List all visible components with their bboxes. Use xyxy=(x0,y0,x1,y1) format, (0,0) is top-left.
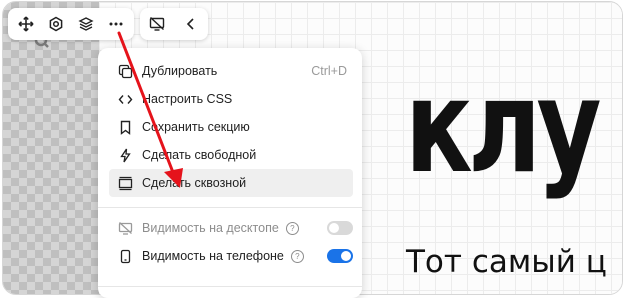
menu-item-make-free[interactable]: Сделать свободной xyxy=(109,141,353,169)
phone-icon xyxy=(117,248,133,264)
move-icon xyxy=(18,16,34,32)
menu-item-label: Сделать сквозной xyxy=(142,176,247,190)
menu-item-make-through[interactable]: Сделать сквозной xyxy=(109,169,353,197)
bookmark-icon xyxy=(117,119,133,135)
canvas-headline: клу xyxy=(405,53,602,202)
desktop-off-icon xyxy=(117,220,133,236)
code-icon xyxy=(117,91,133,107)
duplicate-icon xyxy=(117,63,133,79)
visibility-desktop-toggle[interactable] xyxy=(327,221,353,235)
section-context-menu: Дублировать Ctrl+D Настроить CSS Сохрани… xyxy=(98,48,362,298)
canvas-subheadline: Тот самый ц xyxy=(406,244,607,280)
menu-item-duplicate[interactable]: Дублировать Ctrl+D xyxy=(109,57,353,85)
menu-divider xyxy=(98,207,362,208)
settings-hexagon-icon xyxy=(49,16,63,32)
chevron-left-icon xyxy=(186,18,194,30)
visibility-phone-toggle[interactable] xyxy=(327,249,353,263)
menu-item-save-section[interactable]: Сохранить секцию xyxy=(109,113,353,141)
help-icon[interactable]: ? xyxy=(290,249,304,263)
menu-item-shortcut: Ctrl+D xyxy=(311,64,347,78)
settings-button[interactable] xyxy=(42,10,70,38)
menu-item-label: Дублировать xyxy=(142,64,218,78)
visibility-desktop-row: Видимость на десктопе ? xyxy=(109,214,353,242)
lightning-icon xyxy=(117,147,133,163)
menu-item-custom-css[interactable]: Настроить CSS xyxy=(109,85,353,113)
more-icon xyxy=(109,22,123,26)
collapse-button[interactable] xyxy=(177,10,205,38)
visibility-desktop-label: Видимость на десктопе xyxy=(142,221,279,235)
layers-button[interactable] xyxy=(72,10,100,38)
through-section-icon xyxy=(117,175,133,191)
more-button[interactable] xyxy=(102,10,130,38)
section-toolbar xyxy=(8,8,134,40)
menu-item-label: Настроить CSS xyxy=(142,92,233,106)
menu-divider xyxy=(98,286,362,287)
monitor-off-icon xyxy=(149,16,165,31)
menu-item-label: Сохранить секцию xyxy=(142,120,250,134)
visibility-phone-label: Видимость на телефоне xyxy=(142,249,284,263)
menu-item-label: Сделать свободной xyxy=(142,148,257,162)
layers-icon xyxy=(78,17,94,31)
section-toolbar-secondary xyxy=(140,8,208,40)
visibility-phone-row: Видимость на телефоне ? xyxy=(109,242,353,270)
hide-on-desktop-button[interactable] xyxy=(143,10,171,38)
move-button[interactable] xyxy=(12,10,40,38)
help-icon[interactable]: ? xyxy=(285,221,299,235)
